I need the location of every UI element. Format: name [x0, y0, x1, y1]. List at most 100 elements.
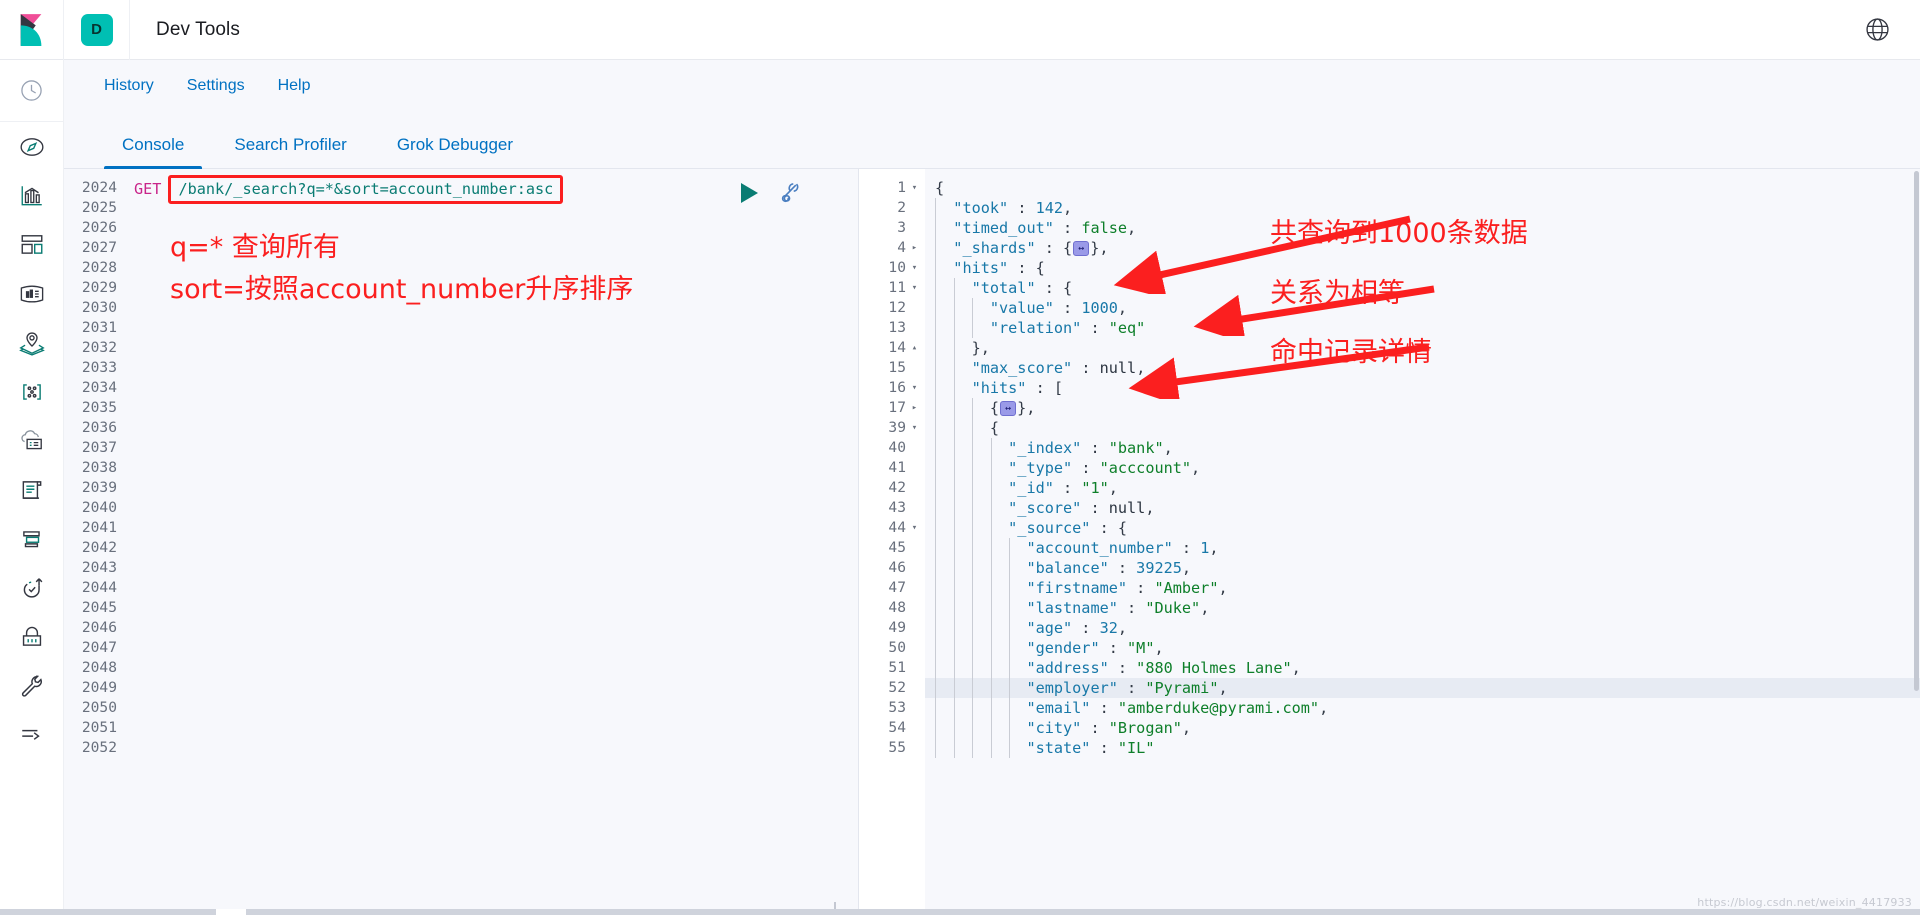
response-line-number: 43 — [888, 499, 906, 516]
response-line-number[interactable]: 1 ▾ — [859, 178, 919, 198]
json-token: 32 — [1099, 619, 1118, 637]
indent-guide — [972, 498, 973, 518]
fold-toggle-icon[interactable]: ▾ — [910, 178, 919, 198]
fold-toggle-icon[interactable]: ▾ — [910, 278, 919, 298]
annotation-hits-detail: 命中记录详情 — [1270, 337, 1432, 368]
tab-search-profiler[interactable]: Search Profiler — [216, 135, 364, 168]
json-token: }, — [1090, 239, 1109, 257]
response-line-number[interactable]: 4 ▸ — [859, 238, 919, 258]
indent-guide — [990, 458, 992, 478]
json-token: "employer" — [1026, 679, 1118, 697]
indent-guide — [935, 518, 936, 538]
sidebar-item-apm[interactable] — [0, 514, 64, 563]
response-line-number: 48 — [888, 599, 906, 616]
request-url-highlight[interactable]: /bank/_search?q=*&sort=account_number:as… — [168, 175, 564, 204]
json-token: , — [1181, 559, 1192, 577]
kibana-logo-button[interactable] — [0, 0, 64, 60]
sidebar-item-siem[interactable] — [0, 612, 64, 661]
sidebar-item-uptime[interactable] — [0, 563, 64, 612]
editor-actions — [741, 179, 804, 207]
space-avatar: D — [80, 13, 113, 46]
response-code-line: "value" : 1000, — [925, 298, 1920, 318]
topnav-item-help[interactable]: Help — [278, 77, 311, 95]
response-line-number[interactable]: 10 ▾ — [859, 258, 919, 278]
json-token: : — [1008, 199, 1036, 217]
response-pane[interactable]: 1 ▾ 2 3 4 ▸ 10 ▾ 11 ▾ 12 13 14 ▴ 15 16 ▾ 17 ▸ 39 ▾ 40 41 42 43 44… — [858, 169, 1920, 915]
sidebar-item-machine-learning[interactable] — [0, 367, 64, 416]
editor-line-number: 2038 — [81, 459, 117, 476]
json-token: : — [1072, 459, 1100, 477]
json-token: "1" — [1081, 479, 1109, 497]
collapsed-object-chip[interactable]: ↔ — [1073, 241, 1090, 256]
response-json[interactable]: { "took" : 142, "timed_out" : false, "_s… — [925, 169, 1920, 915]
json-token: : — [1108, 659, 1137, 677]
tab-console[interactable]: Console — [104, 135, 203, 169]
window-bottom-strip — [0, 909, 1920, 915]
editor-line-number: 2047 — [81, 639, 117, 656]
sidebar-item-dev-tools[interactable] — [0, 661, 64, 710]
fold-toggle-icon[interactable]: ▾ — [910, 258, 919, 278]
fold-toggle-icon[interactable]: ▾ — [910, 418, 919, 438]
json-token: "email" — [1026, 699, 1091, 717]
editor-line-number: 2032 — [81, 339, 117, 356]
json-token: , — [1117, 299, 1128, 317]
json-token: "relation" — [989, 319, 1082, 337]
fold-toggle-icon[interactable]: ▴ — [910, 338, 919, 358]
editor-line-number: 2050 — [81, 699, 117, 716]
space-avatar-button[interactable]: D — [64, 0, 130, 60]
json-token: { — [989, 419, 1000, 437]
response-line-number[interactable]: 16 ▾ — [859, 378, 919, 398]
request-editor[interactable]: GET /bank/_search?q=*&sort=account_numbe… — [126, 169, 840, 915]
primary-navigation — [0, 60, 64, 915]
uptime-check-arrow-icon — [23, 577, 42, 598]
fold-toggle-icon[interactable]: ▾ — [910, 518, 919, 538]
response-line-number[interactable]: 14 ▴ — [859, 338, 919, 358]
json-token: "total" — [971, 279, 1036, 297]
indent-guide — [990, 618, 992, 638]
sidebar-item-canvas[interactable] — [0, 269, 64, 318]
response-code-line: "firstname" : "Amber", — [925, 578, 1920, 598]
dev-tools-wrench-icon — [21, 674, 42, 697]
editor-line-number: 2046 — [81, 619, 117, 636]
topnav-item-history[interactable]: History — [104, 77, 154, 95]
response-code-line: "lastname" : "Duke", — [925, 598, 1920, 618]
response-line-number[interactable]: 11 ▾ — [859, 278, 919, 298]
sidebar-item-visualize[interactable] — [0, 171, 64, 220]
indent-guide — [972, 418, 973, 438]
json-token: : — [1081, 719, 1109, 737]
play-triangle-icon[interactable] — [741, 183, 758, 203]
response-line-number[interactable]: 17 ▸ — [859, 398, 919, 418]
json-token: }, — [971, 339, 990, 357]
fold-toggle-icon[interactable]: ▸ — [910, 398, 919, 418]
sidebar-item-logs[interactable] — [0, 465, 64, 514]
indent-guide — [1009, 638, 1010, 658]
json-token: , — [1191, 459, 1201, 477]
json-token: "_id" — [1008, 479, 1054, 497]
tab-grok-debugger[interactable]: Grok Debugger — [379, 135, 531, 168]
response-code-line: "_id" : "1", — [925, 478, 1920, 498]
sidebar-item-maps[interactable] — [0, 318, 64, 367]
json-token: : — [1117, 599, 1146, 617]
indent-guide — [953, 478, 955, 498]
response-line-number: 42 — [888, 479, 906, 496]
response-line-number[interactable]: 39 ▾ — [859, 418, 919, 438]
sidebar-item-infrastructure[interactable] — [0, 416, 64, 465]
help-circle-icon[interactable] — [1860, 13, 1894, 47]
editor-line-number: 2035 — [81, 399, 117, 416]
dev-tools-topnav: History Settings Help — [64, 60, 1920, 112]
indent-guide — [935, 718, 936, 738]
sidebar-item-discover[interactable] — [0, 122, 64, 171]
json-token: { — [989, 399, 1000, 417]
response-scrollbar[interactable] — [1913, 169, 1920, 915]
wrench-icon[interactable] — [776, 179, 804, 207]
sidebar-item-recently-viewed[interactable] — [0, 60, 64, 122]
fold-toggle-icon[interactable]: ▾ — [910, 378, 919, 398]
fold-toggle-icon[interactable]: ▸ — [910, 238, 919, 258]
sidebar-item-collapse-nav[interactable] — [0, 710, 64, 759]
response-line-number[interactable]: 44 ▾ — [859, 518, 919, 538]
topnav-item-settings[interactable]: Settings — [187, 77, 245, 95]
recently-viewed-clock-icon — [21, 80, 42, 101]
collapsed-object-chip[interactable]: ↔ — [1000, 401, 1017, 416]
sidebar-item-dashboard[interactable] — [0, 220, 64, 269]
request-editor-pane[interactable]: 2024 2025 2026 2027 2028 2029 2030 2031 2032 2033… — [64, 169, 840, 915]
